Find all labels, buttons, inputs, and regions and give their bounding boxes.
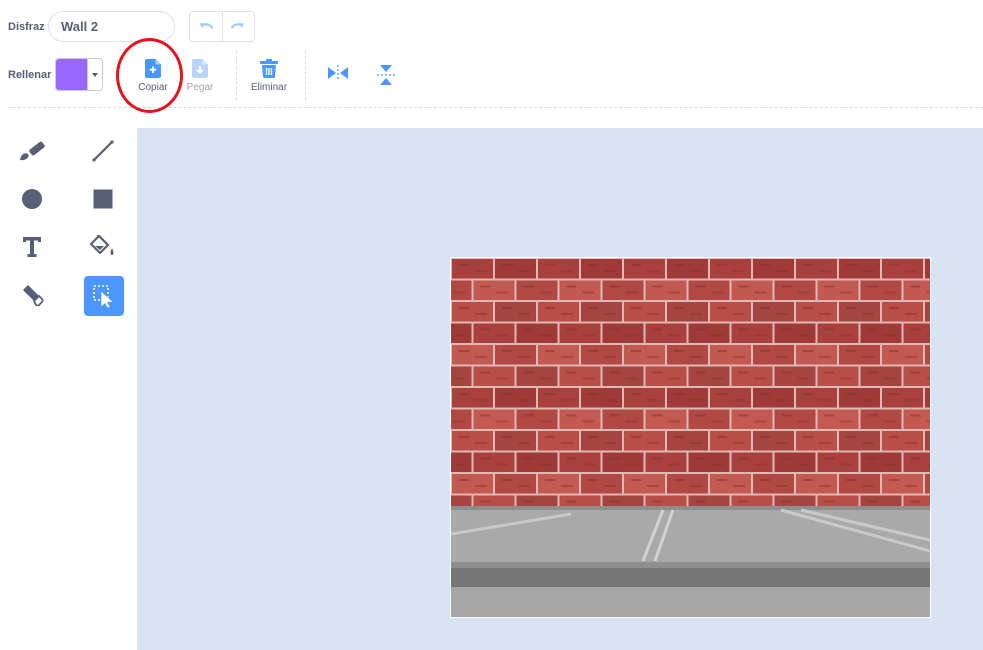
line-tool[interactable] (83, 131, 123, 171)
fill-tool[interactable] (83, 227, 123, 267)
toolbar-divider (305, 51, 306, 100)
costume-name-input[interactable] (48, 11, 175, 42)
undo-icon (199, 22, 213, 29)
brick-wall-image (451, 258, 930, 617)
fill-color-picker[interactable] (55, 58, 103, 91)
fill-bucket-icon (90, 235, 114, 255)
highlight-circle (116, 38, 183, 113)
paste-icon (192, 59, 208, 78)
rectangle-icon (93, 189, 113, 209)
brush-tool[interactable] (12, 131, 52, 171)
paste-label: Pegar (186, 82, 214, 93)
circle-tool[interactable] (12, 179, 52, 219)
flip-vertical-icon (377, 65, 395, 85)
toolbar-divider (236, 51, 237, 100)
trash-icon (260, 59, 278, 78)
flip-horizontal-button[interactable] (316, 65, 360, 81)
eraser-icon (23, 285, 44, 306)
brush-icon (20, 141, 45, 161)
redo-button[interactable] (221, 12, 255, 41)
redo-icon (231, 22, 245, 29)
flip-vertical-button[interactable] (364, 65, 408, 85)
text-icon (23, 237, 41, 257)
delete-button[interactable]: Eliminar (247, 59, 291, 93)
chevron-down-icon (92, 72, 98, 77)
undo-button[interactable] (190, 12, 222, 41)
fill-color-swatch[interactable] (56, 59, 87, 90)
rectangle-tool[interactable] (83, 179, 123, 219)
eraser-tool[interactable] (12, 275, 52, 315)
fill-dropdown-arrow[interactable] (87, 59, 102, 90)
costume-image[interactable] (450, 257, 931, 618)
text-tool[interactable] (12, 227, 52, 267)
costume-label: Disfraz (8, 21, 45, 33)
fill-label: Rellenar (8, 69, 52, 81)
delete-label: Eliminar (250, 82, 288, 93)
line-icon (92, 140, 114, 162)
flip-horizontal-icon (328, 65, 348, 81)
select-tool[interactable] (84, 276, 124, 316)
select-icon (93, 285, 114, 308)
paste-button[interactable]: Pegar (178, 59, 222, 93)
circle-icon (22, 189, 42, 209)
paint-editor: Disfraz Rellenar Copiar (0, 0, 983, 650)
undo-redo-group (189, 11, 255, 42)
